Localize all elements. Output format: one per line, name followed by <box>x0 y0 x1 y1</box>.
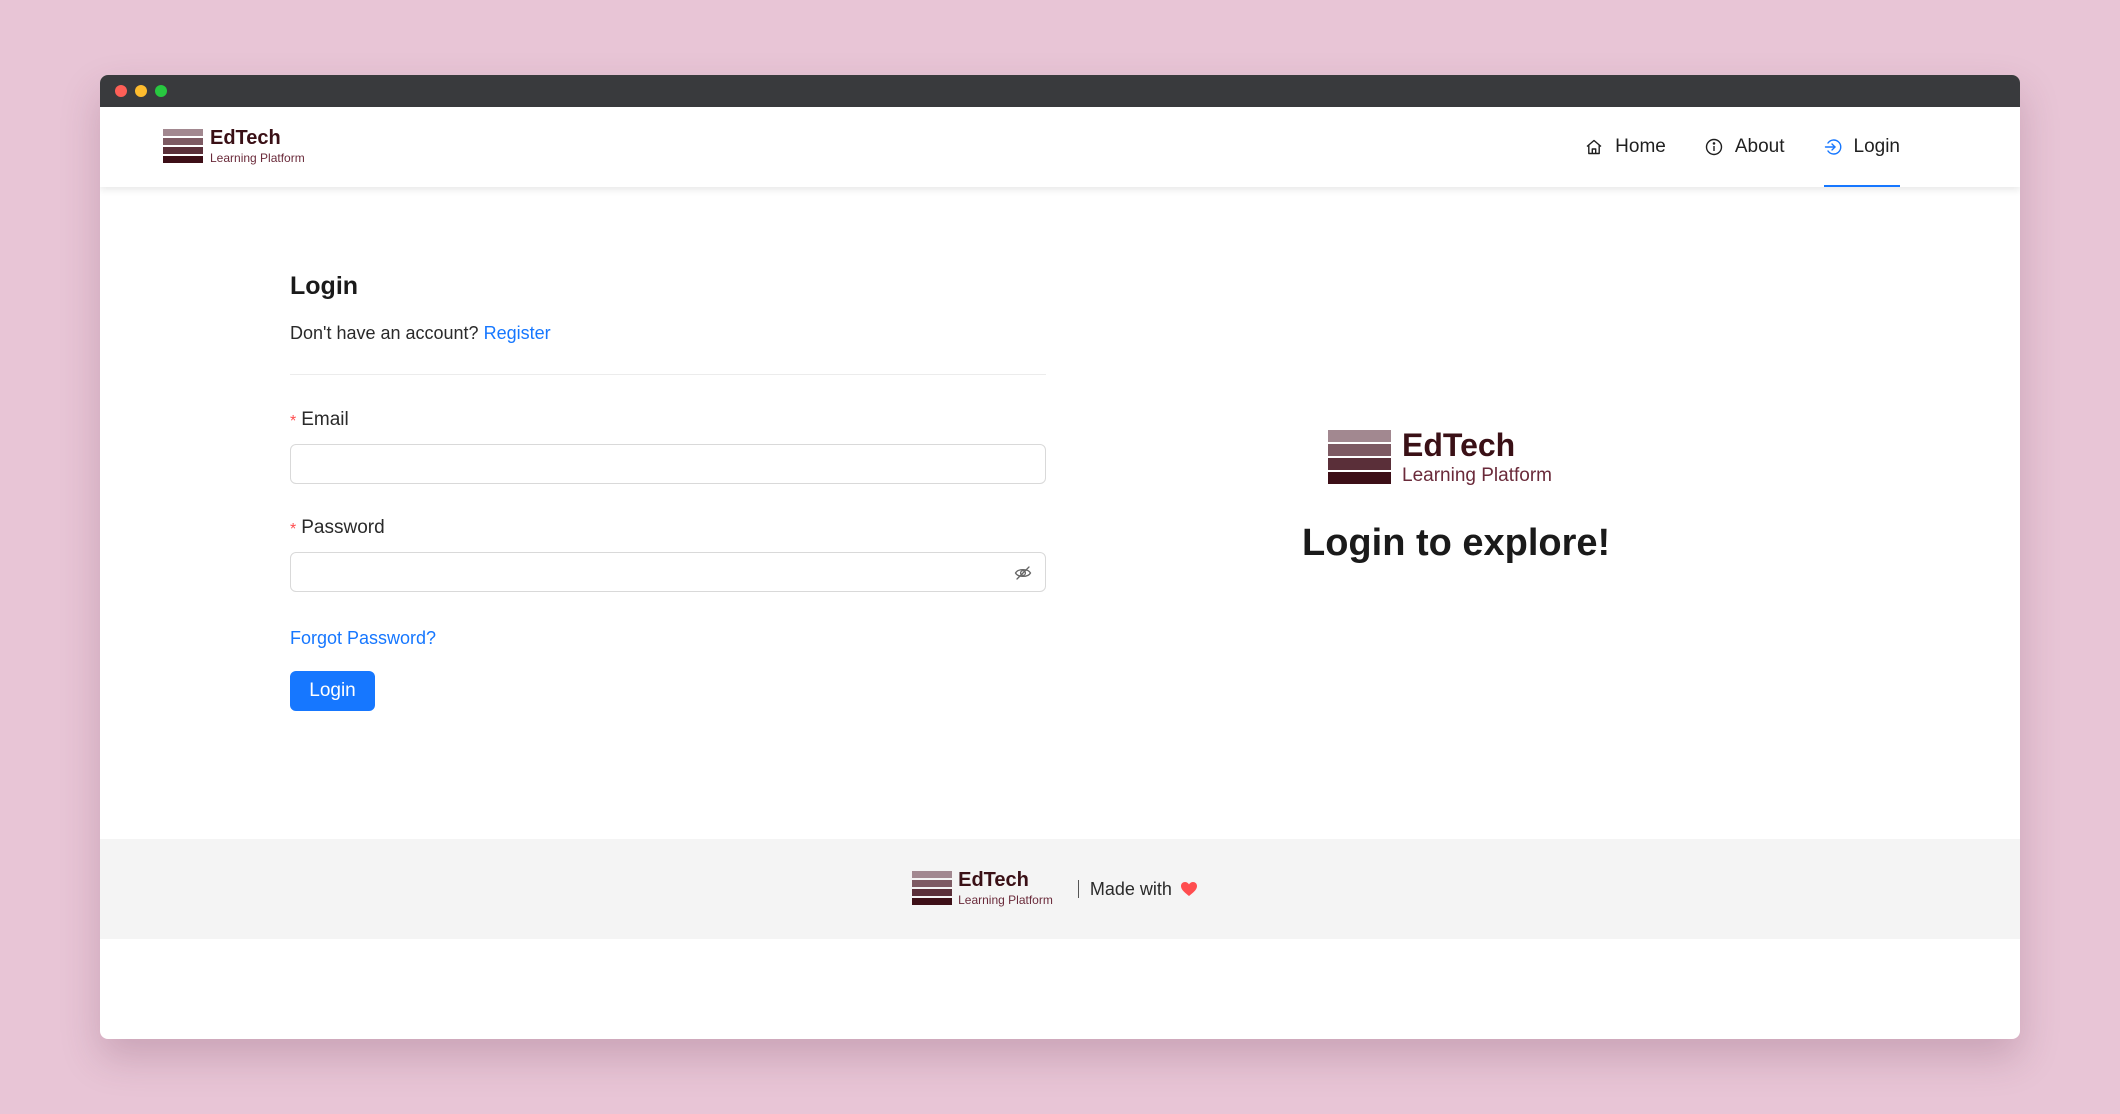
email-label-text: Email <box>301 409 349 430</box>
brand-name: EdTech <box>210 127 281 150</box>
no-account-text: Don't have an account? <box>290 323 479 343</box>
nav-item-about[interactable]: About <box>1705 107 1785 187</box>
login-icon <box>1824 139 1841 155</box>
brand-logo-icon <box>163 129 203 165</box>
login-form: Login Don't have an account? Register * … <box>290 272 1046 711</box>
window-titlebar <box>100 75 2020 107</box>
nav-item-label: Home <box>1615 136 1666 157</box>
required-mark: * <box>290 520 297 538</box>
browser-window: EdTech Learning Platform Home About Logi… <box>100 75 2020 1039</box>
register-prompt: Don't have an account? Register <box>290 323 1046 344</box>
maximize-window-button[interactable] <box>155 85 167 97</box>
promo-logo: EdTech Learning Platform <box>1328 429 1602 487</box>
email-field-wrapper <box>290 444 1046 484</box>
home-icon <box>1586 139 1602 155</box>
forgot-password-link[interactable]: Forgot Password? <box>290 628 436 648</box>
password-label-text: Password <box>301 517 385 538</box>
eye-invisible-icon[interactable] <box>1014 564 1032 582</box>
email-field[interactable] <box>291 445 1045 483</box>
promo-panel: EdTech Learning Platform Login to explor… <box>1302 429 1611 565</box>
main-content: Login Don't have an account? Register * … <box>100 187 2020 939</box>
password-label: * Password <box>290 517 1046 539</box>
brand-tagline: Learning Platform <box>958 893 1053 908</box>
brand-logo-icon <box>912 871 953 907</box>
login-button[interactable]: Login <box>290 671 375 711</box>
main-nav: Home About Login <box>1585 107 1900 187</box>
brand-name: EdTech <box>1402 427 1516 463</box>
close-window-button[interactable] <box>115 85 127 97</box>
brand-tagline: Learning Platform <box>1402 465 1552 486</box>
brand-logo[interactable]: EdTech Learning Platform <box>163 128 305 165</box>
nav-item-label: Login <box>1853 136 1901 157</box>
heart-icon <box>1180 882 1197 896</box>
email-label: * Email <box>290 409 1046 431</box>
password-field[interactable] <box>291 553 1045 591</box>
page-footer: EdTech Learning Platform Made with <box>100 839 2020 939</box>
required-mark: * <box>290 412 297 430</box>
nav-item-home[interactable]: Home <box>1585 107 1666 187</box>
brand-logo-icon <box>1328 429 1391 486</box>
top-navbar: EdTech Learning Platform Home About Logi… <box>100 107 2020 187</box>
footer-divider <box>1077 880 1079 898</box>
minimize-window-button[interactable] <box>135 85 147 97</box>
login-title: Login <box>290 272 359 300</box>
password-field-wrapper <box>290 552 1046 592</box>
promo-heading: Login to explore! <box>1302 521 1611 564</box>
made-with: Made with <box>1090 879 1198 900</box>
brand-tagline: Learning Platform <box>210 151 305 166</box>
made-with-text: Made with <box>1089 878 1172 899</box>
brand-name: EdTech <box>958 869 1029 892</box>
nav-item-label: About <box>1734 136 1785 157</box>
register-link[interactable]: Register <box>484 323 551 343</box>
footer-logo: EdTech Learning Platform <box>912 870 1053 907</box>
nav-item-login[interactable]: Login <box>1823 107 1901 187</box>
info-icon <box>1705 138 1723 156</box>
form-divider <box>290 374 1046 375</box>
